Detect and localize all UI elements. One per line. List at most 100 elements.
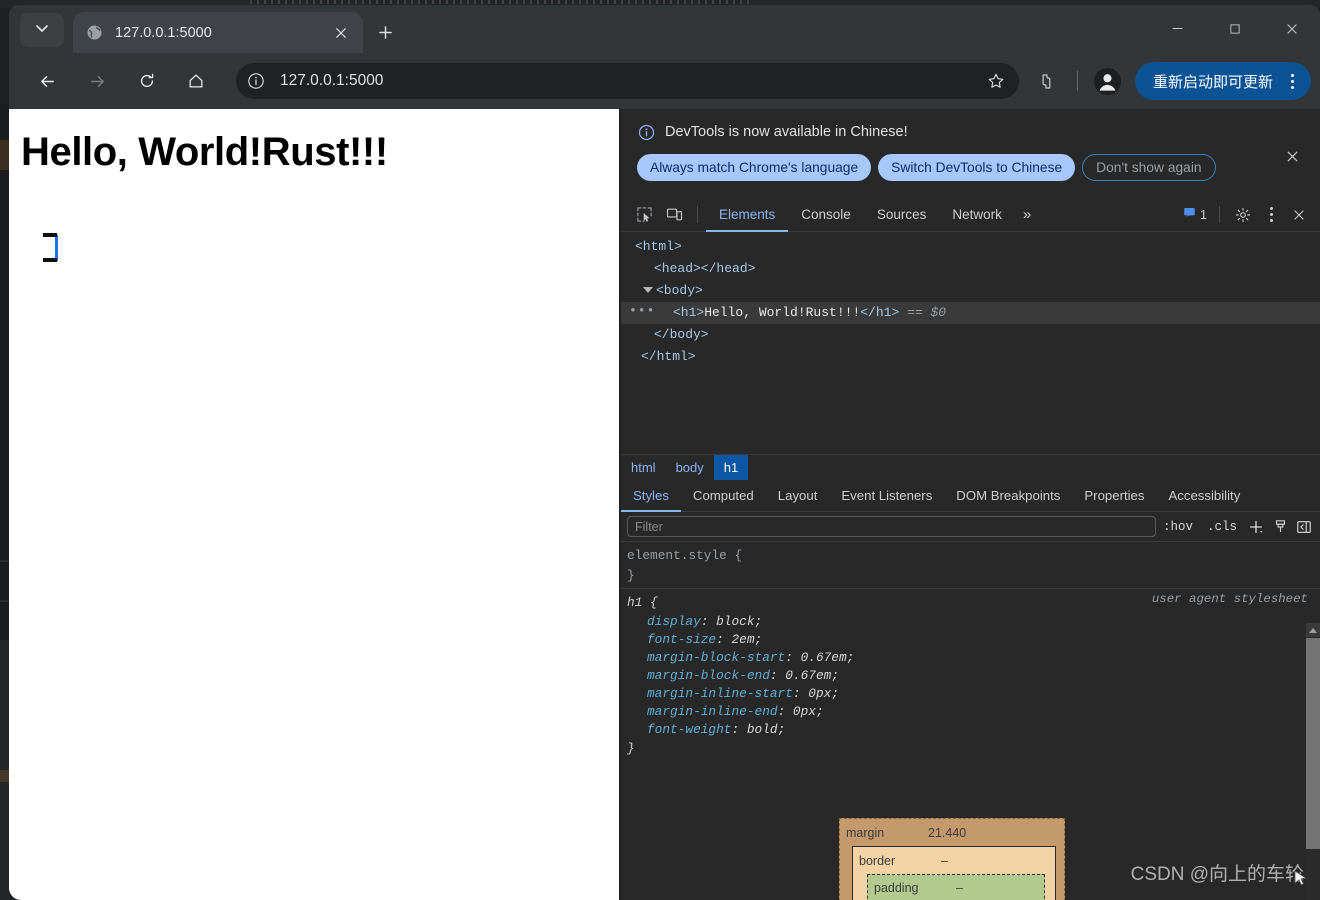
box-model-border[interactable]: border – padding – — [852, 846, 1056, 900]
breadcrumb-item-h1[interactable]: h1 — [713, 455, 749, 480]
info-circle-icon[interactable] — [242, 67, 270, 95]
rule-selector: element.style { — [627, 548, 743, 563]
element-classes-cls-button[interactable]: .cls — [1200, 520, 1244, 534]
reload-button[interactable] — [129, 63, 165, 99]
dom-node-head[interactable]: <head></head> — [621, 258, 1320, 280]
tab-elements[interactable]: Elements — [706, 198, 789, 232]
box-model-padding[interactable]: padding – — [867, 874, 1045, 900]
box-model-border-label: border — [859, 854, 896, 868]
message-badge[interactable]: 1 — [1179, 206, 1211, 224]
styles-rules-list: element.style { } h1 { user agent styles… — [621, 542, 1320, 784]
box-model-padding-label: padding — [874, 881, 919, 895]
dom-node-menu-marker[interactable]: ••• — [629, 302, 655, 324]
declaration-display[interactable]: display: block; — [627, 613, 1320, 631]
dom-node-body-open[interactable]: <body> — [621, 280, 1320, 302]
declaration-value: 0px — [792, 704, 816, 719]
dom-node-selected-ref: == $0 — [907, 305, 947, 320]
banner-message: DevTools is now available in Chinese! — [665, 124, 908, 140]
forward-button[interactable] — [79, 63, 115, 99]
window-close-button[interactable] — [1263, 5, 1320, 52]
banner-message-row: DevTools is now available in Chinese! — [637, 123, 1304, 141]
new-tab-button[interactable] — [369, 16, 401, 48]
dom-node-tag-open: <h1> — [673, 305, 705, 320]
browser-toolbar: 127.0.0.1:5000 重新启动即可更新 — [9, 53, 1320, 109]
declaration-value: 2em — [731, 632, 755, 647]
declaration-font-weight[interactable]: font-weight: bold; — [627, 721, 1320, 739]
info-circle-icon — [637, 123, 655, 141]
extensions-puzzle-icon[interactable] — [1028, 63, 1064, 99]
declaration-font-size[interactable]: font-size: 2em; — [627, 631, 1320, 649]
profile-avatar-button[interactable] — [1091, 64, 1125, 98]
devtools-panel: DevTools is now available in Chinese! Al… — [621, 109, 1320, 900]
tab-layout[interactable]: Layout — [766, 480, 830, 512]
styles-filter-input[interactable] — [627, 516, 1156, 537]
declaration-margin-block-start[interactable]: margin-block-start: 0.67em; — [627, 649, 1320, 667]
breadcrumb-item-body[interactable]: body — [666, 455, 714, 480]
update-kebab-menu-icon[interactable] — [1279, 67, 1305, 95]
breadcrumb-item-html[interactable]: html — [621, 455, 666, 480]
dom-node-h1[interactable]: ••• <h1>Hello, World!Rust!!!</h1> == $0 — [621, 302, 1320, 324]
dom-node-text: <head></head> — [654, 261, 756, 276]
switch-to-chinese-button[interactable]: Switch DevTools to Chinese — [878, 154, 1076, 181]
tab-overflow-button[interactable]: » — [1015, 198, 1039, 232]
rule-element-style[interactable]: element.style { } — [621, 542, 1320, 588]
bookmark-star-icon[interactable] — [981, 66, 1011, 96]
update-restart-button[interactable]: 重新启动即可更新 — [1134, 62, 1311, 100]
force-state-hov-button[interactable]: :hov — [1156, 520, 1200, 534]
tab-computed[interactable]: Computed — [681, 480, 766, 512]
plus-icon[interactable] — [1244, 515, 1268, 539]
inspect-element-icon[interactable] — [629, 200, 659, 230]
tab-search-button[interactable] — [20, 13, 64, 47]
scrollbar-thumb[interactable] — [1306, 638, 1320, 849]
box-model-border-value[interactable]: – — [941, 854, 948, 868]
tab-close-button[interactable] — [328, 20, 354, 46]
declaration-margin-inline-start[interactable]: margin-inline-start: 0px; — [627, 685, 1320, 703]
declaration-margin-inline-end[interactable]: margin-inline-end: 0px; — [627, 703, 1320, 721]
toolbar-divider-2 — [1219, 206, 1220, 223]
dom-node-html-close[interactable]: </html> — [621, 346, 1320, 368]
window-minimize-button[interactable] — [1149, 5, 1206, 52]
declaration-property: margin-inline-end — [647, 704, 778, 719]
dom-node-html-open[interactable]: <html> — [621, 236, 1320, 258]
tab-event-listeners[interactable]: Event Listeners — [829, 480, 944, 512]
content-split: Hello, World!Rust!!! DevTools is now ava… — [9, 109, 1320, 900]
banner-close-icon[interactable] — [1281, 145, 1303, 167]
dont-show-again-button[interactable]: Don't show again — [1082, 154, 1216, 181]
dom-node-text: </html> — [641, 349, 696, 364]
always-match-language-button[interactable]: Always match Chrome's language — [637, 154, 872, 181]
gear-icon[interactable] — [1228, 200, 1258, 230]
declaration-property: display — [647, 614, 701, 629]
scroll-up-arrow-icon[interactable] — [1306, 623, 1320, 637]
box-model-padding-value[interactable]: – — [956, 881, 963, 895]
window-controls — [1149, 5, 1320, 52]
tab-sources[interactable]: Sources — [864, 198, 940, 232]
declaration-property: margin-block-end — [647, 668, 770, 683]
expand-triangle-icon[interactable] — [643, 286, 653, 293]
tab-dom-breakpoints[interactable]: DOM Breakpoints — [944, 480, 1072, 512]
devtools-close-icon[interactable] — [1284, 200, 1314, 230]
declaration-property: font-weight — [647, 722, 732, 737]
rule-h1-user-agent[interactable]: h1 { user agent stylesheet display: bloc… — [621, 588, 1320, 761]
tab-console[interactable]: Console — [788, 198, 864, 232]
dom-node-tag-close: </h1> — [860, 305, 900, 320]
panel-toggle-icon[interactable] — [1292, 515, 1316, 539]
device-toolbar-icon[interactable] — [659, 200, 689, 230]
browser-tab[interactable]: 127.0.0.1:5000 — [73, 12, 363, 53]
box-model-margin[interactable]: margin 21.440 border – padding – — [839, 818, 1065, 900]
back-button[interactable] — [29, 63, 65, 99]
paint-brush-icon[interactable] — [1268, 515, 1292, 539]
declaration-margin-block-end[interactable]: margin-block-end: 0.67em; — [627, 667, 1320, 685]
tab-network[interactable]: Network — [939, 198, 1015, 232]
window-maximize-button[interactable] — [1206, 5, 1263, 52]
box-model-margin-value[interactable]: 21.440 — [928, 826, 966, 840]
devtools-kebab-menu-icon[interactable] — [1258, 202, 1284, 228]
dom-node-text: <html> — [635, 239, 682, 254]
tab-accessibility[interactable]: Accessibility — [1156, 480, 1252, 512]
styles-pane-scrollbar[interactable] — [1306, 623, 1320, 900]
tab-styles[interactable]: Styles — [621, 480, 681, 512]
home-button[interactable] — [178, 63, 214, 99]
rule-origin-label: user agent stylesheet — [1151, 592, 1308, 606]
tab-properties[interactable]: Properties — [1072, 480, 1156, 512]
address-bar[interactable]: 127.0.0.1:5000 — [236, 63, 1019, 99]
dom-node-body-close[interactable]: </body> — [621, 324, 1320, 346]
